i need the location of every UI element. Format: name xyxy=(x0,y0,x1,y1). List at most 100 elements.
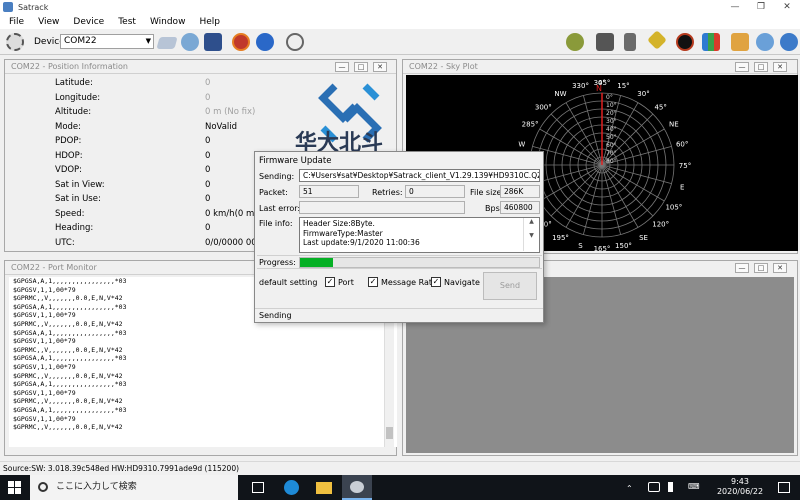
log-line: $GPRMC,,V,,,,,,,0.0,E,N,V*42 xyxy=(13,371,123,380)
file-info-box[interactable]: Header Size:8Byte. FirmwareType:Master L… xyxy=(299,217,540,253)
panel-minimize-button[interactable]: — xyxy=(735,62,749,72)
azimuth-label: W xyxy=(518,141,525,149)
navigate-label: Navigate xyxy=(444,278,480,287)
elevation-label: 80° xyxy=(606,158,617,165)
window-title: Satrack xyxy=(18,2,49,12)
taskbar-search-input[interactable]: ここに入力して検索 xyxy=(30,475,238,500)
satellite-icon[interactable] xyxy=(647,30,667,50)
position-value: NoValid xyxy=(205,121,238,132)
panel-minimize-button[interactable]: — xyxy=(735,263,749,273)
stopwatch-icon[interactable] xyxy=(286,33,304,51)
menu-test[interactable]: Test xyxy=(118,17,136,27)
panel-close-button[interactable]: ✕ xyxy=(373,62,387,72)
panel-close-button[interactable]: ✕ xyxy=(773,62,787,72)
bps-field: 460800 xyxy=(500,201,540,214)
azimuth-label: 150° xyxy=(615,242,632,250)
north-label: N xyxy=(596,84,602,93)
chevron-down-icon: ▼ xyxy=(145,37,151,45)
log-line: $GPRMC,,V,,,,,,,0.0,E,N,V*42 xyxy=(13,345,123,354)
azimuth-line xyxy=(550,164,603,217)
signal-bars-icon[interactable] xyxy=(702,33,720,51)
menu-view[interactable]: View xyxy=(38,17,59,27)
progress-row: Progress: xyxy=(257,255,542,269)
cable-icon[interactable] xyxy=(156,37,178,49)
minimize-button[interactable]: — xyxy=(722,0,748,14)
speaker-icon[interactable] xyxy=(668,482,679,492)
menu-file[interactable]: File xyxy=(9,17,24,27)
position-label: UTC: xyxy=(55,237,75,248)
menu-device[interactable]: Device xyxy=(73,17,104,27)
azimuth-label: NE xyxy=(669,121,679,129)
log-line: $GPGSV,1,1,00*79 xyxy=(13,362,76,371)
compass-icon[interactable] xyxy=(566,33,584,51)
dialog-status: Sending xyxy=(255,308,543,323)
edge-browser-icon[interactable] xyxy=(284,480,299,495)
azimuth-label: 285° xyxy=(522,121,539,129)
position-value: 0 xyxy=(205,78,211,88)
antenna-icon[interactable] xyxy=(624,33,636,51)
panel-close-button[interactable]: ✕ xyxy=(773,263,787,273)
notification-icon[interactable] xyxy=(778,482,790,493)
monitor-icon[interactable] xyxy=(596,33,614,51)
port-checkbox-label: Port xyxy=(338,278,354,287)
azimuth-line xyxy=(601,164,622,235)
azimuth-label: 60° xyxy=(676,141,688,149)
connect-gear-icon[interactable] xyxy=(6,33,24,51)
save-icon[interactable] xyxy=(204,33,222,51)
globe-search-icon[interactable] xyxy=(181,33,199,51)
maximize-button[interactable]: ❐ xyxy=(748,0,774,14)
elevation-label: 40° xyxy=(606,126,617,133)
default-setting-label: default setting xyxy=(259,278,318,287)
network-icon[interactable] xyxy=(648,482,660,492)
panel-restore-button[interactable]: □ xyxy=(754,62,768,72)
record-icon[interactable] xyxy=(232,33,250,51)
elevation-label: 60° xyxy=(606,142,617,149)
device-select[interactable]: COM22 ▼ xyxy=(60,34,154,49)
azimuth-label: 45° xyxy=(654,103,666,111)
chevron-up-icon[interactable]: ⌃ xyxy=(626,484,633,493)
message-rate-checkbox[interactable]: ✓ xyxy=(368,277,378,287)
azimuth-line xyxy=(550,113,603,166)
panel-restore-button[interactable]: □ xyxy=(754,263,768,273)
port-checkbox[interactable]: ✓ xyxy=(325,277,335,287)
task-view-icon[interactable] xyxy=(252,482,264,493)
radar-icon[interactable] xyxy=(676,33,694,51)
keyboard-icon[interactable]: ⌨ xyxy=(688,482,700,491)
azimuth-label: 330° xyxy=(572,82,589,90)
position-value: 0 xyxy=(205,150,211,161)
toolbar: Device: COM22 ▼ xyxy=(0,29,800,55)
windows-start-icon[interactable] xyxy=(8,481,21,494)
azimuth-label: 15° xyxy=(617,82,629,90)
position-value: 0 xyxy=(205,136,211,146)
satrack-taskbar-button[interactable] xyxy=(342,475,372,500)
dialog-title: Firmware Update xyxy=(259,156,332,166)
taskbar-clock[interactable]: 9:43 2020/06/22 xyxy=(710,477,770,497)
close-button[interactable]: ✕ xyxy=(774,0,800,14)
file-info-scrollbar[interactable]: ▲ ▼ xyxy=(523,218,539,251)
scrollbar-thumb[interactable] xyxy=(386,427,393,439)
map-pin-icon[interactable] xyxy=(731,33,749,51)
sending-path-field[interactable]: C:¥Users¥sat¥Desktop¥Satrack_client_V1.2… xyxy=(299,169,540,182)
elevation-label: 50° xyxy=(606,134,617,141)
panel-restore-button[interactable]: □ xyxy=(354,62,368,72)
refresh-icon[interactable] xyxy=(256,33,274,51)
azimuth-label: 195° xyxy=(552,234,569,242)
azimuth-line xyxy=(601,164,672,185)
menu-help[interactable]: Help xyxy=(199,17,220,27)
navigate-checkbox[interactable]: ✓ xyxy=(431,277,441,287)
azimuth-label: 120° xyxy=(652,221,669,229)
send-button[interactable]: Send xyxy=(483,272,537,300)
network-globe-icon[interactable] xyxy=(756,33,774,51)
file-explorer-icon[interactable] xyxy=(316,482,332,494)
panel-minimize-button[interactable]: — xyxy=(335,62,349,72)
menu-window[interactable]: Window xyxy=(150,17,186,27)
azimuth-label: NW xyxy=(554,90,566,98)
elevation-label: 30° xyxy=(606,118,617,125)
firmware-update-dialog: Firmware Update Sending: C:¥Users¥sat¥De… xyxy=(254,151,544,323)
position-label: Latitude: xyxy=(55,78,93,88)
world-icon[interactable] xyxy=(780,33,798,51)
sending-label: Sending: xyxy=(259,172,295,181)
position-label: Mode: xyxy=(55,121,82,132)
position-value: 0 xyxy=(205,223,211,233)
azimuth-label: 30° xyxy=(637,90,649,98)
